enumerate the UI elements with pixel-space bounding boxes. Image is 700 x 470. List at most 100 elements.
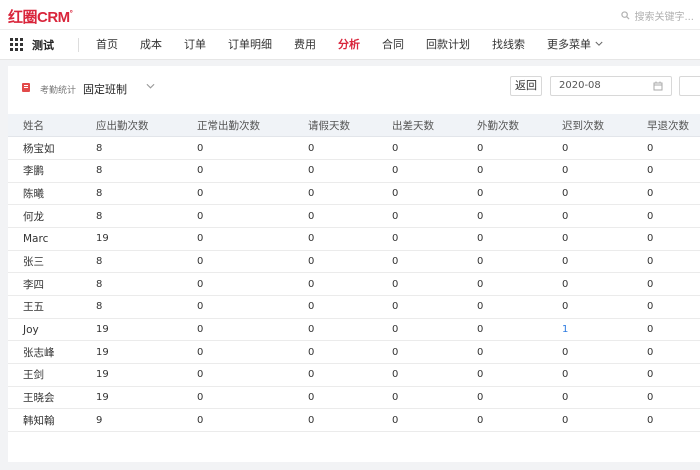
logo-text: 红圈CRM xyxy=(8,9,70,26)
table-cell: 19 xyxy=(81,227,182,251)
table-cell: 0 xyxy=(462,318,547,342)
nav-item-2[interactable]: 订单 xyxy=(173,30,217,60)
employee-name: 李四 xyxy=(8,272,81,296)
month-picker[interactable]: 2020-08 xyxy=(550,76,672,96)
table-cell: 0 xyxy=(293,340,377,365)
table-cell: 0 xyxy=(547,386,632,410)
column-header-5[interactable]: 外勤次数 xyxy=(462,114,547,138)
table-cell: 0 xyxy=(462,250,547,274)
table-cell: 0 xyxy=(462,363,547,387)
table-cell: 0 xyxy=(293,318,377,342)
nav-item-label: 订单明细 xyxy=(228,37,272,51)
table-cell: 0 xyxy=(377,227,462,251)
column-header-2[interactable]: 正常出勤次数 xyxy=(182,114,293,138)
table-cell: 0 xyxy=(182,182,293,206)
table-cell: 0 xyxy=(462,295,547,319)
column-header-4[interactable]: 出差天数 xyxy=(377,114,462,138)
table-row[interactable]: 杨宝如 8 0 0 0 0 0 0 xyxy=(8,136,700,160)
column-header-3[interactable]: 请假天数 xyxy=(293,114,377,138)
table-row[interactable]: 李鹏 8 0 0 0 0 0 0 xyxy=(8,159,700,183)
report-selector[interactable]: 固定班制 xyxy=(83,81,127,97)
nav-item-8[interactable]: 找线索 xyxy=(481,30,536,60)
table-cell[interactable]: 1 xyxy=(547,318,632,342)
table-cell: 0 xyxy=(462,408,547,433)
table-cell: 8 xyxy=(81,136,182,160)
table-row[interactable]: 张三 8 0 0 0 0 0 0 xyxy=(8,250,700,274)
table-cell: 0 xyxy=(377,295,462,319)
employee-name: 杨宝如 xyxy=(8,136,81,160)
nav-item-label: 分析 xyxy=(338,37,360,51)
nav-item-4[interactable]: 费用 xyxy=(283,30,327,60)
nav-item-0[interactable]: 首页 xyxy=(85,30,129,60)
table-cell: 0 xyxy=(632,159,700,183)
table-row[interactable]: Joy 19 0 0 0 0 1 0 xyxy=(8,318,700,342)
table-cell: 0 xyxy=(547,204,632,228)
column-header-7[interactable]: 早退次数 xyxy=(632,114,700,138)
back-button[interactable]: 返回 xyxy=(510,76,542,96)
table-cell: 0 xyxy=(632,386,700,410)
month-value: 2020-08 xyxy=(559,80,601,91)
table-cell: 0 xyxy=(293,250,377,274)
employee-name: Joy xyxy=(8,318,81,342)
column-header-0[interactable]: 姓名 xyxy=(8,114,81,138)
employee-name: 何龙 xyxy=(8,204,81,228)
app-grid-icon[interactable] xyxy=(10,37,24,52)
table-cell: 0 xyxy=(462,159,547,183)
global-search[interactable]: 搜索关键字... xyxy=(621,8,694,23)
table-row[interactable]: 王五 8 0 0 0 0 0 0 xyxy=(8,295,700,319)
table-row[interactable]: 张志峰 19 0 0 0 0 0 0 xyxy=(8,340,700,365)
table-cell: 19 xyxy=(81,318,182,342)
table-cell: 8 xyxy=(81,295,182,319)
report-icon xyxy=(22,83,30,92)
attendance-table: 姓名 应出勤次数 正常出勤次数 请假天数 出差天数 外勤次数 迟到次数 早退次数 杨宝如 8 0 0… xyxy=(8,114,700,433)
nav-divider xyxy=(78,37,79,52)
table-cell: 19 xyxy=(81,363,182,387)
table-cell: 0 xyxy=(462,182,547,206)
table-cell: 0 xyxy=(377,204,462,228)
nav-item-label: 订单 xyxy=(184,37,206,51)
table-row[interactable]: Marc 19 0 0 0 0 0 0 xyxy=(8,227,700,251)
table-cell: 0 xyxy=(377,182,462,206)
workspace-name[interactable]: 测试 xyxy=(32,37,78,53)
column-header-1[interactable]: 应出勤次数 xyxy=(81,114,182,138)
nav-item-9[interactable]: 更多菜单 xyxy=(536,30,614,60)
app-logo[interactable]: 红圈CRM° xyxy=(8,6,73,27)
table-cell: 0 xyxy=(632,272,700,296)
table-cell: 0 xyxy=(182,295,293,319)
table-cell: 0 xyxy=(377,363,462,387)
table-cell: 0 xyxy=(377,159,462,183)
search-placeholder: 搜索关键字... xyxy=(634,12,694,23)
chevron-down-icon[interactable] xyxy=(146,82,155,90)
table-cell: 19 xyxy=(81,340,182,365)
table-cell: 0 xyxy=(377,136,462,160)
table-cell: 0 xyxy=(182,136,293,160)
table-row[interactable]: 王剑 19 0 0 0 0 0 0 xyxy=(8,363,700,387)
table-row[interactable]: 韩知翰 9 0 0 0 0 0 0 xyxy=(8,408,700,433)
more-filter-button[interactable] xyxy=(679,76,700,96)
table-cell: 0 xyxy=(632,363,700,387)
table-cell: 0 xyxy=(462,227,547,251)
employee-name: 王五 xyxy=(8,295,81,319)
nav-item-label: 费用 xyxy=(294,37,316,51)
column-header-6[interactable]: 迟到次数 xyxy=(547,114,632,138)
main-nav: 测试 首页 成本 订单 订单明细 费用 分析 合同 回款计划 找线索 更多菜单 xyxy=(0,30,700,60)
table-cell: 0 xyxy=(632,295,700,319)
nav-item-3[interactable]: 订单明细 xyxy=(217,30,283,60)
table-row[interactable]: 李四 8 0 0 0 0 0 0 xyxy=(8,272,700,296)
nav-item-5[interactable]: 分析 xyxy=(327,30,371,60)
nav-item-6[interactable]: 合同 xyxy=(371,30,415,60)
nav-item-1[interactable]: 成本 xyxy=(129,30,173,60)
table-cell: 19 xyxy=(81,386,182,410)
table-row[interactable]: 王晓会 19 0 0 0 0 0 0 xyxy=(8,386,700,410)
table-row[interactable]: 何龙 8 0 0 0 0 0 0 xyxy=(8,204,700,228)
table-cell: 0 xyxy=(182,250,293,274)
table-cell: 0 xyxy=(293,272,377,296)
table-cell: 8 xyxy=(81,204,182,228)
table-row[interactable]: 陈曦 8 0 0 0 0 0 0 xyxy=(8,182,700,206)
search-icon xyxy=(621,11,630,20)
table-cell: 0 xyxy=(293,408,377,433)
table-cell: 0 xyxy=(632,250,700,274)
nav-item-7[interactable]: 回款计划 xyxy=(415,30,481,60)
employee-name: 韩知翰 xyxy=(8,408,81,433)
nav-item-label: 回款计划 xyxy=(426,37,470,51)
